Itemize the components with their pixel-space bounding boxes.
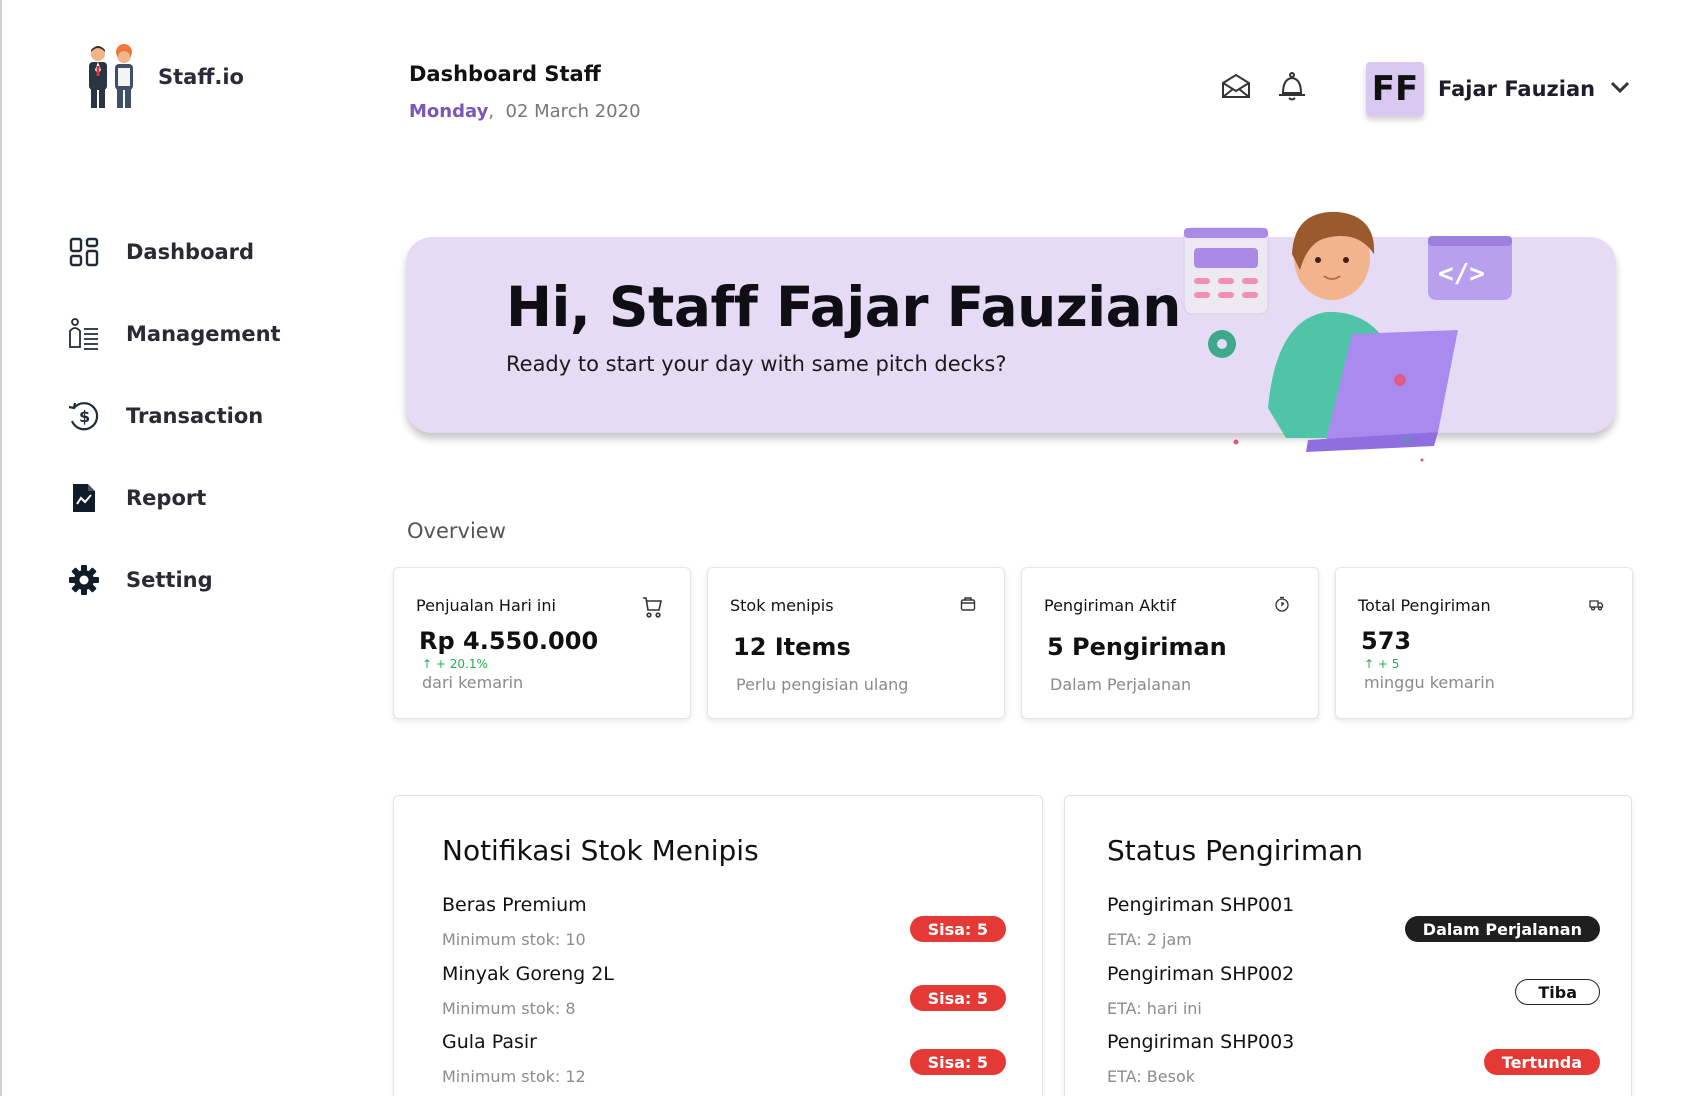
sidebar-item-label: Management — [126, 322, 281, 346]
shipment-name: Pengiriman SHP001 — [1107, 894, 1295, 916]
date-separator: , — [488, 101, 495, 122]
overview-heading: Overview — [407, 519, 506, 543]
card-low-stock[interactable]: Stok menipis 12 Items Perlu pengisian ul… — [707, 567, 1005, 719]
card-title: Penjualan Hari ini — [416, 596, 556, 615]
panel-title: Notifikasi Stok Menipis — [442, 834, 759, 867]
gear-icon — [64, 560, 104, 600]
panel-title: Status Pengiriman — [1107, 834, 1364, 867]
card-total-shipments[interactable]: Total Pengiriman 573 ↑ + 5 minggu kemari… — [1335, 567, 1633, 719]
welcome-title: Hi, Staff Fajar Fauzian — [506, 275, 1181, 339]
card-note: dari kemarin — [422, 673, 524, 692]
list-item[interactable]: Gula Pasir Minimum stok: 12 Sisa: 5 — [442, 1031, 1006, 1095]
current-date: Monday, 02 March 2020 — [409, 101, 641, 122]
status-badge: Dalam Perjalanan — [1404, 916, 1600, 942]
card-value: Rp 4.550.000 — [419, 627, 599, 655]
page-title: Dashboard Staff — [409, 62, 601, 86]
app-logo[interactable]: Staff.io — [84, 44, 244, 110]
card-active-shipments[interactable]: Pengiriman Aktif 5 Pengiriman Dalam Perj… — [1021, 567, 1319, 719]
box-icon — [960, 596, 976, 616]
arrow-up-icon: ↑ — [1364, 657, 1375, 671]
mail-icon[interactable] — [1218, 68, 1254, 104]
transaction-icon: $ — [64, 396, 104, 436]
card-note: Perlu pengisian ulang — [736, 675, 909, 694]
list-item[interactable]: Pengiriman SHP002 ETA: hari ini Tiba — [1107, 963, 1600, 1027]
user-menu[interactable]: FF Fajar Fauzian — [1366, 62, 1631, 116]
management-icon — [64, 314, 104, 354]
trend-value: + 5 — [1377, 657, 1400, 671]
sidebar-item-management[interactable]: Management — [64, 314, 281, 354]
sidebar-item-label: Report — [126, 486, 207, 510]
stock-badge: Sisa: 5 — [909, 985, 1006, 1011]
svg-text:$: $ — [79, 407, 90, 426]
low-stock-panel: Notifikasi Stok Menipis Beras Premium Mi… — [393, 795, 1043, 1096]
clock-icon — [1274, 596, 1290, 616]
list-item[interactable]: Pengiriman SHP003 ETA: Besok Tertunda — [1107, 1031, 1600, 1095]
current-day: Monday — [409, 101, 489, 122]
card-note: Dalam Perjalanan — [1050, 675, 1192, 694]
item-name: Minyak Goreng 2L — [442, 963, 614, 985]
sidebar-item-dashboard[interactable]: Dashboard — [64, 232, 281, 272]
chevron-down-icon[interactable] — [1609, 79, 1631, 99]
window-edge — [0, 0, 2, 1096]
shipping-status-panel: Status Pengiriman Pengiriman SHP001 ETA:… — [1064, 795, 1632, 1096]
sidebar-item-label: Setting — [126, 568, 213, 592]
trend-value: + 20.1% — [435, 657, 488, 671]
trend-indicator: ↑ + 20.1% — [422, 657, 668, 671]
card-sales-today[interactable]: Penjualan Hari ini Rp 4.550.000 ↑ + 20.1… — [393, 567, 691, 719]
sidebar: Dashboard Management $ Transaction Repor… — [64, 232, 281, 642]
list-item[interactable]: Beras Premium Minimum stok: 10 Sisa: 5 — [442, 894, 1006, 958]
card-title: Pengiriman Aktif — [1044, 596, 1176, 615]
welcome-subtitle: Ready to start your day with same pitch … — [506, 352, 1007, 376]
list-item[interactable]: Minyak Goreng 2L Minimum stok: 8 Sisa: 5 — [442, 963, 1006, 1027]
status-badge: Tertunda — [1483, 1049, 1600, 1075]
sidebar-item-label: Transaction — [126, 404, 264, 428]
arrow-up-icon: ↑ — [422, 657, 433, 671]
svg-text:</>: </> — [1438, 259, 1485, 289]
list-item[interactable]: Pengiriman SHP001 ETA: 2 jam Dalam Perja… — [1107, 894, 1600, 958]
header-actions — [1218, 68, 1310, 104]
stock-badge: Sisa: 5 — [909, 916, 1006, 942]
card-value: 5 Pengiriman — [1047, 633, 1227, 661]
sidebar-item-label: Dashboard — [126, 240, 255, 264]
avatar: FF — [1366, 62, 1424, 116]
grid-icon — [64, 232, 104, 272]
stock-badge: Sisa: 5 — [909, 1049, 1006, 1075]
staff-logo-icon — [84, 44, 138, 110]
person-laptop-illustration: </> ✕ — [1176, 200, 1516, 490]
truck-icon — [1588, 596, 1604, 616]
trend-indicator: ↑ + 5 — [1364, 657, 1610, 671]
svg-text:✕: ✕ — [1402, 433, 1412, 447]
app-name: Staff.io — [158, 65, 244, 89]
card-value: 12 Items — [733, 633, 851, 661]
report-icon — [64, 478, 104, 518]
card-value: 573 — [1361, 627, 1412, 655]
card-title: Total Pengiriman — [1358, 596, 1491, 615]
sidebar-item-transaction[interactable]: $ Transaction — [64, 396, 281, 436]
overview-cards: Penjualan Hari ini Rp 4.550.000 ↑ + 20.1… — [393, 567, 1633, 719]
user-name: Fajar Fauzian — [1438, 77, 1596, 101]
date-value: 02 March 2020 — [505, 101, 641, 122]
sidebar-item-report[interactable]: Report — [64, 478, 281, 518]
card-title: Stok menipis — [730, 596, 834, 615]
item-name: Beras Premium — [442, 894, 587, 916]
status-badge: Tiba — [1515, 979, 1600, 1005]
sidebar-item-setting[interactable]: Setting — [64, 560, 281, 600]
cart-icon — [642, 596, 662, 622]
bell-icon[interactable] — [1274, 68, 1310, 104]
card-note: minggu kemarin — [1364, 673, 1495, 692]
